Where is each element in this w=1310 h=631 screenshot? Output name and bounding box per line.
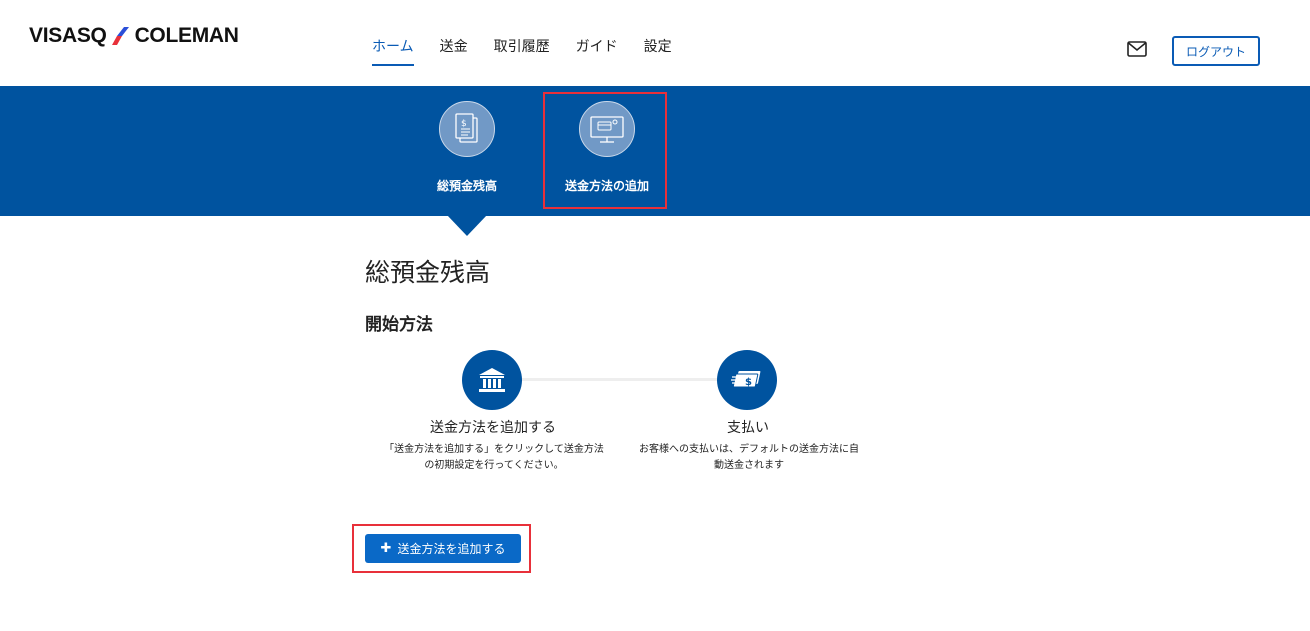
logo-text-right: COLEMAN bbox=[134, 24, 239, 47]
banner-balance-label: 総預金残高 bbox=[436, 179, 497, 193]
svg-text:$: $ bbox=[461, 119, 467, 129]
brand-logo[interactable]: VISASQ COLEMAN bbox=[29, 24, 239, 47]
banner-item-add-method[interactable]: 送金方法の追加 bbox=[552, 86, 662, 216]
money-stack-icon: $ bbox=[731, 371, 761, 388]
step-2-circle: $ bbox=[717, 350, 777, 410]
step-connector-line bbox=[520, 378, 720, 381]
add-button-label: 送金方法を追加する bbox=[397, 542, 506, 556]
monitor-card-icon bbox=[590, 116, 624, 143]
logo-slash-icon bbox=[111, 27, 129, 45]
plus-icon: ✚ bbox=[380, 541, 392, 556]
nav-settings[interactable]: 設定 bbox=[644, 36, 672, 66]
main-nav: ホーム 送金 取引履歴 ガイド 設定 bbox=[372, 36, 698, 66]
svg-text:$: $ bbox=[745, 377, 752, 388]
step-2-description: お客様への支払いは、デフォルトの送金方法に自動送金されます bbox=[639, 444, 859, 471]
nav-history[interactable]: 取引履歴 bbox=[494, 36, 550, 66]
step-1-description: 「送金方法を追加する」をクリックして送金方法の初期設定を行ってください。 bbox=[384, 444, 604, 471]
step-1-title: 送金方法を追加する bbox=[430, 420, 556, 436]
envelope-icon[interactable] bbox=[1127, 41, 1147, 57]
logout-button[interactable]: ログアウト bbox=[1172, 36, 1260, 66]
section-title: 開始方法 bbox=[365, 315, 433, 335]
banner-add-circle bbox=[579, 101, 635, 157]
banner-item-balance[interactable]: $ 総預金残高 bbox=[412, 86, 522, 216]
document-dollar-icon: $ bbox=[455, 113, 478, 143]
banner-add-label: 送金方法の追加 bbox=[564, 179, 649, 193]
feature-banner: $ 総預金残高 送金方法の追加 bbox=[0, 86, 1310, 216]
banner-balance-circle: $ bbox=[439, 101, 495, 157]
bank-icon bbox=[479, 368, 505, 392]
add-transfer-method-button[interactable]: ✚ 送金方法を追加する bbox=[365, 534, 521, 563]
step-1-circle bbox=[462, 350, 522, 410]
banner-pointer-arrow bbox=[447, 215, 487, 236]
nav-transfer[interactable]: 送金 bbox=[440, 36, 468, 66]
nav-guide[interactable]: ガイド bbox=[576, 36, 618, 66]
top-header: VISASQ COLEMAN ホーム 送金 取引履歴 ガイド 設定 ログアウト bbox=[0, 0, 1310, 86]
page-title: 総預金残高 bbox=[365, 258, 491, 287]
step-2-title: 支払い bbox=[727, 420, 769, 436]
nav-home[interactable]: ホーム bbox=[372, 36, 414, 66]
logo-text-left: VISASQ bbox=[29, 24, 107, 47]
